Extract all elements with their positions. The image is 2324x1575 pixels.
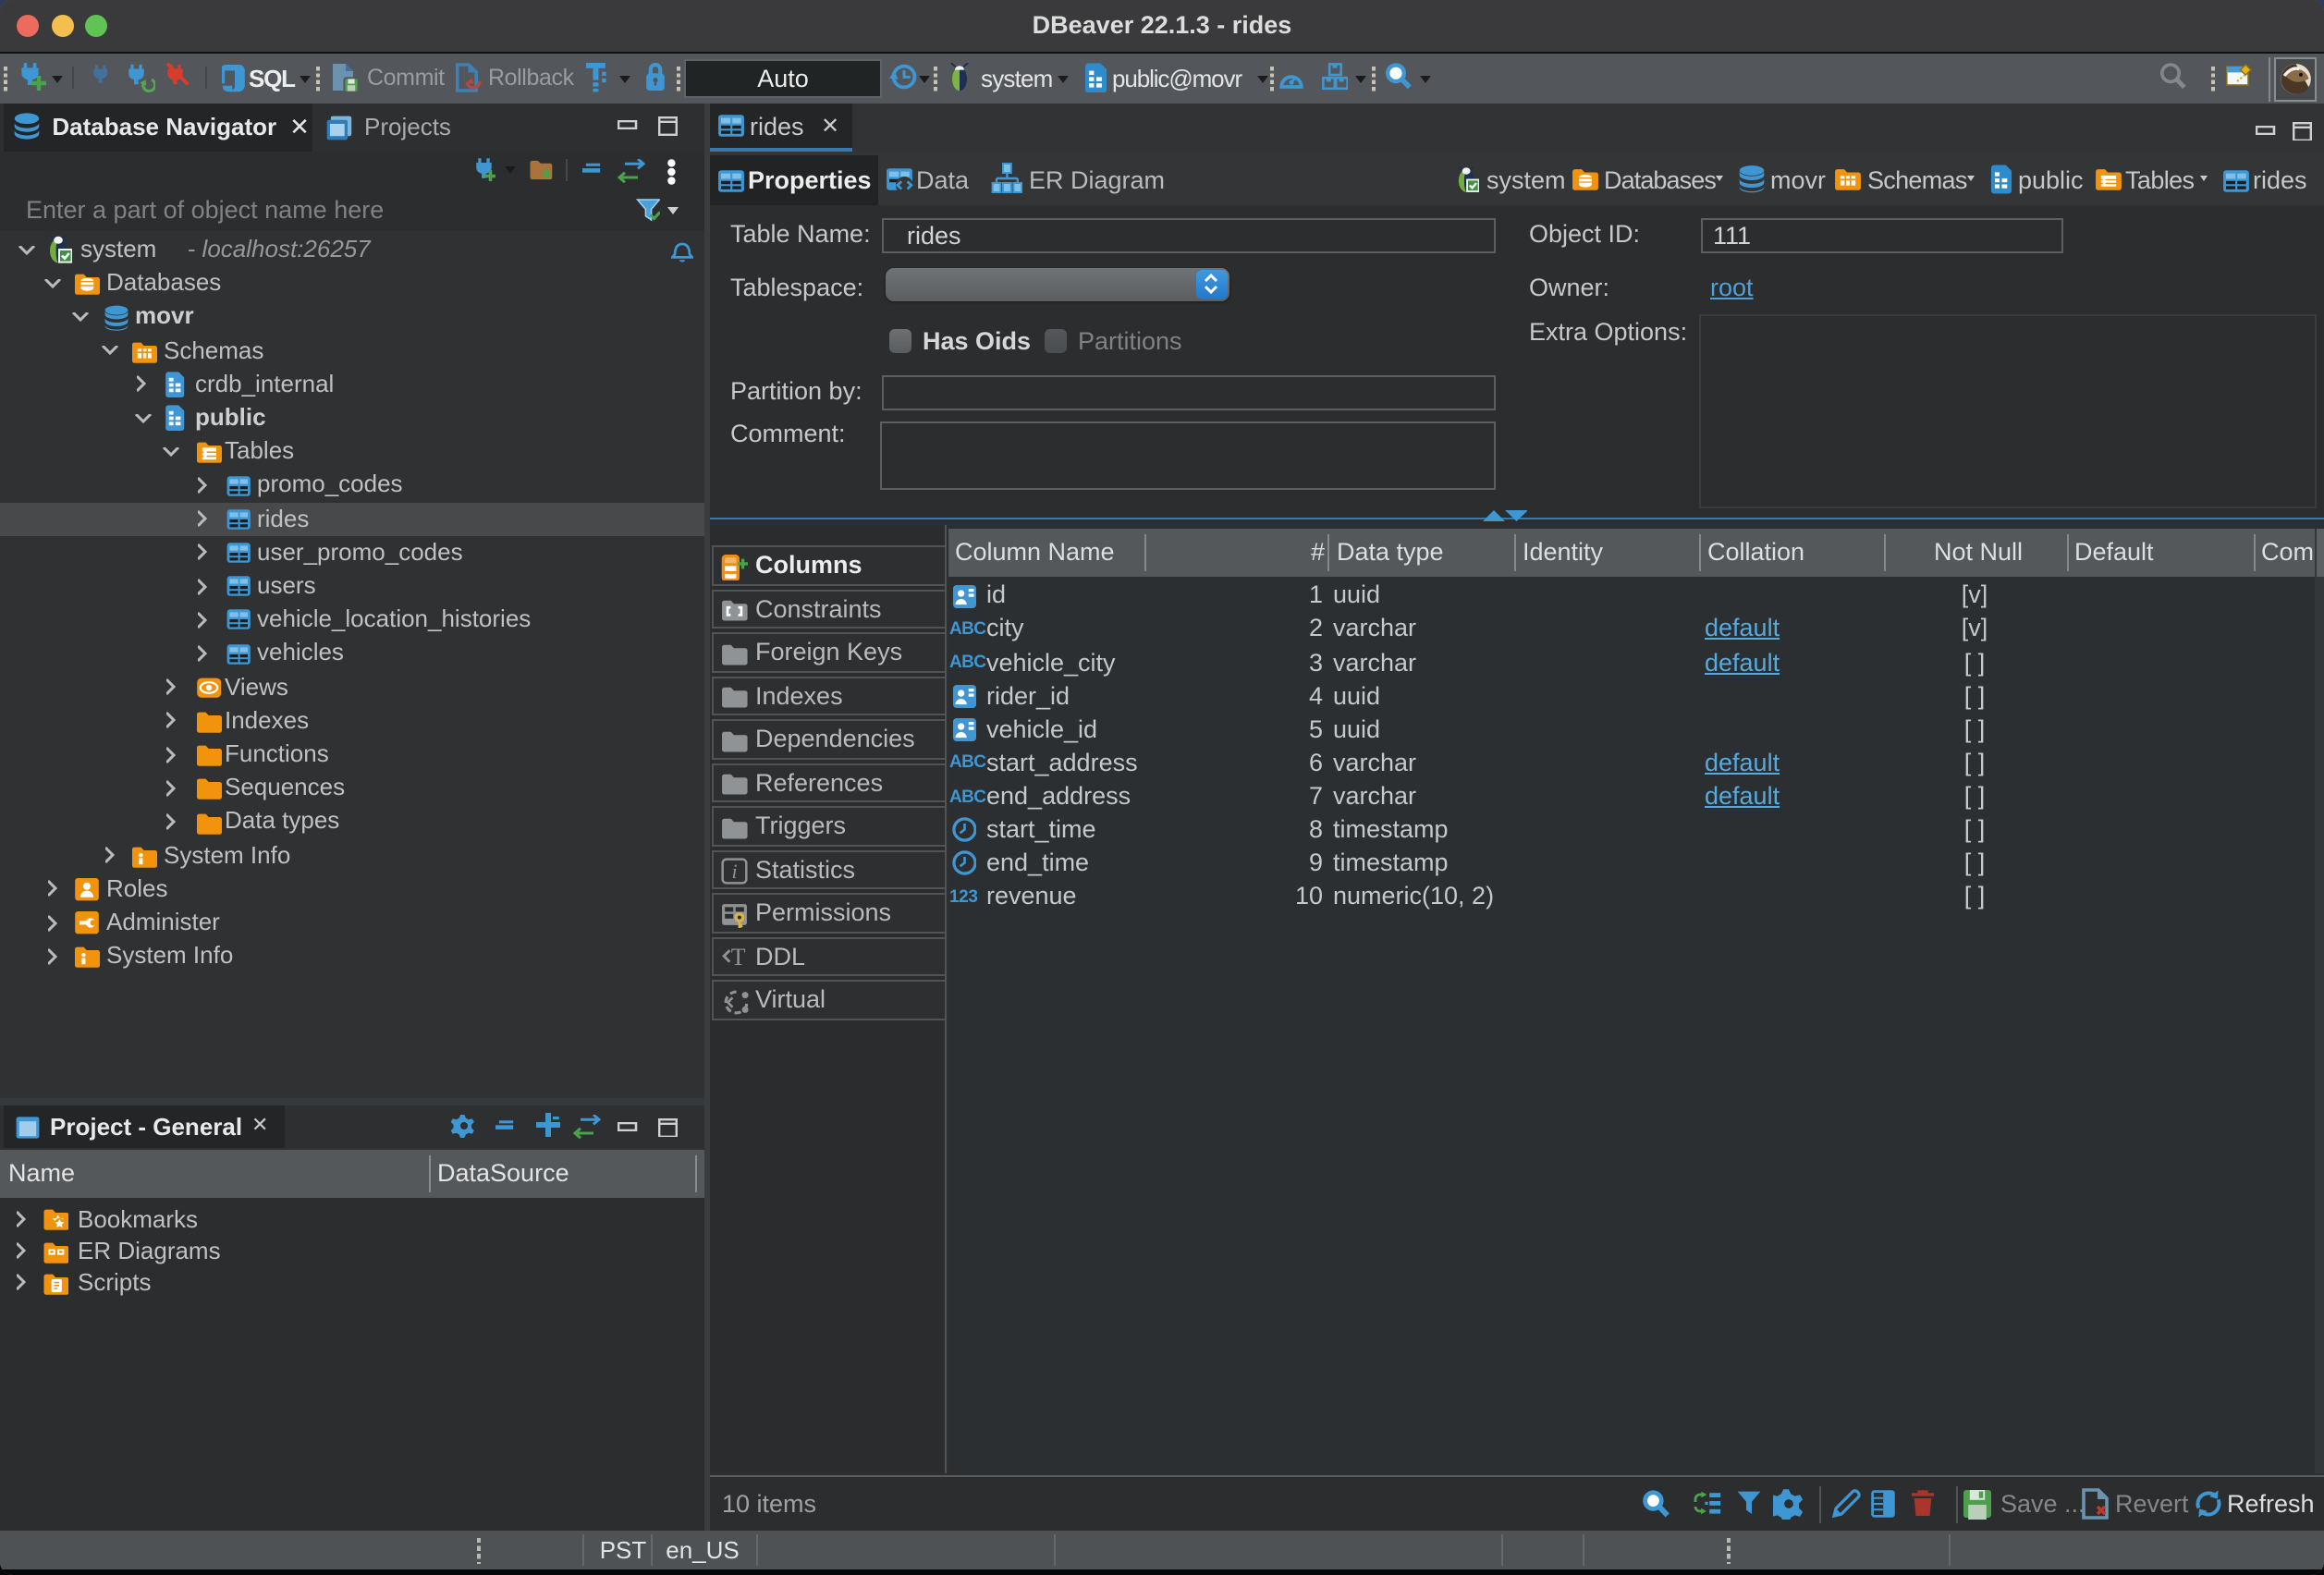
svg-text:T: T — [730, 945, 745, 971]
svg-text:i: i — [730, 861, 736, 883]
